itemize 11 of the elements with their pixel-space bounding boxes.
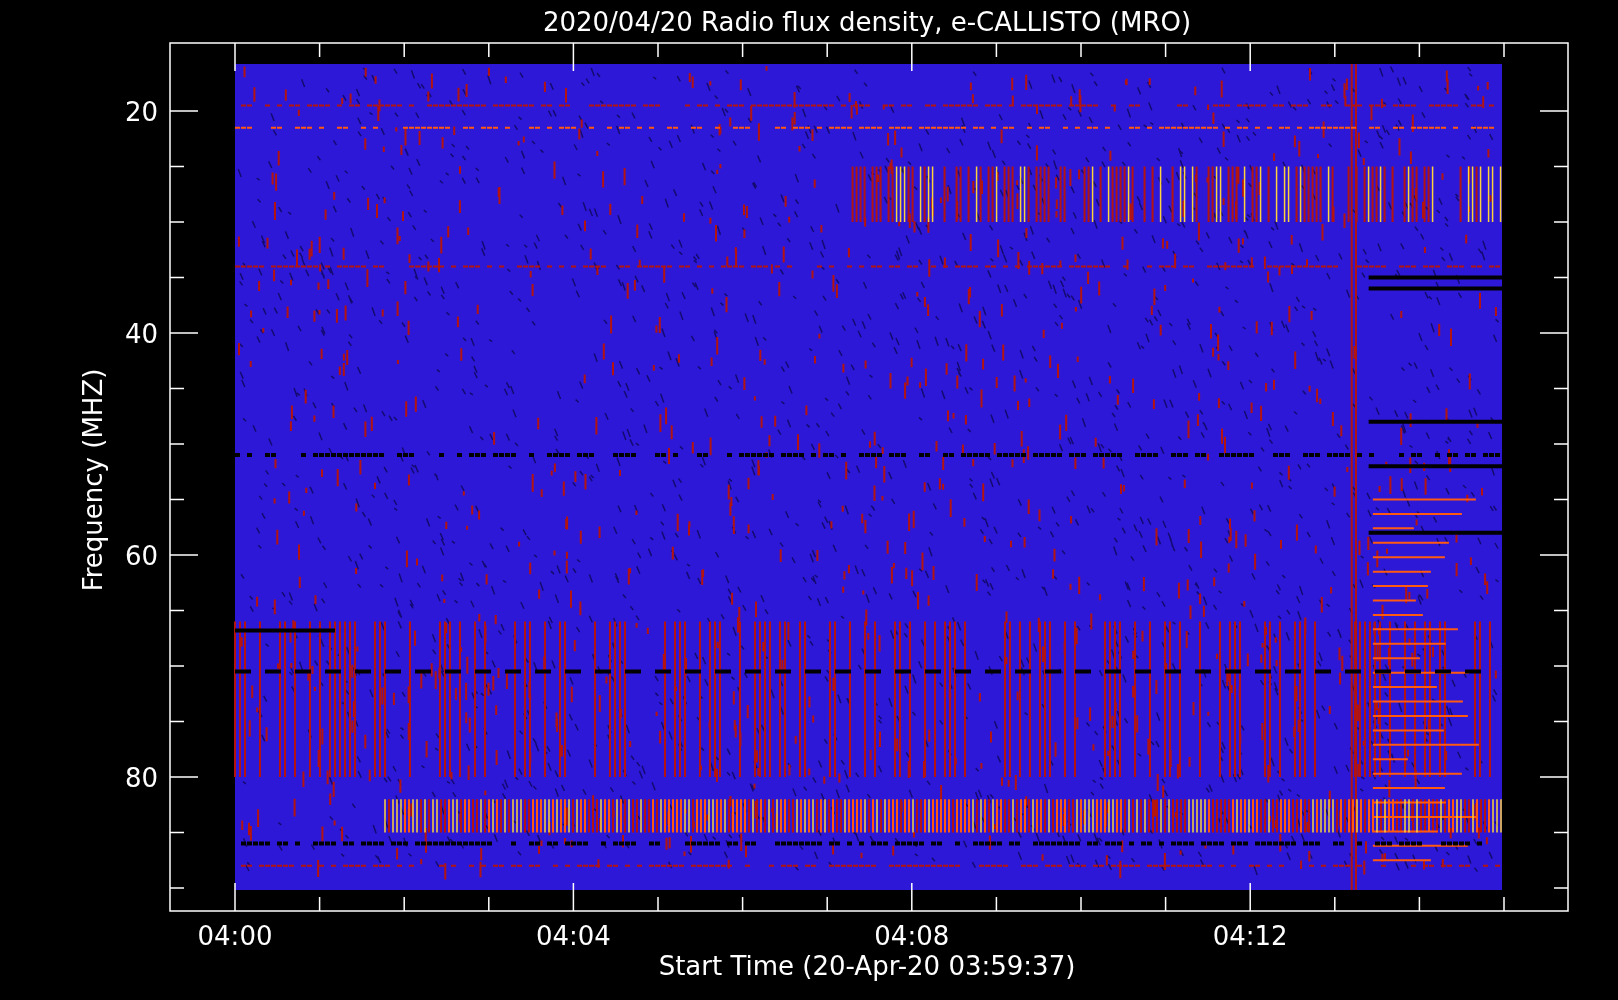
x-tick-label: 04:00 [197, 921, 273, 951]
y-tick-label: 40 [124, 319, 158, 349]
x-tick-label: 04:12 [1212, 921, 1288, 951]
y-tick-label: 20 [124, 97, 158, 127]
y-tick-label: 80 [124, 763, 158, 793]
chart-title: 2020/04/20 Radio flux density, e-CALLISTO (MRO) [542, 7, 1192, 37]
x-axis-label: Start Time (20-Apr-20 03:59:37) [658, 951, 1076, 981]
x-tick-label: 04:04 [535, 921, 611, 951]
y-axis-label: Frequency (MHZ) [78, 368, 108, 592]
y-tick-label: 60 [124, 541, 158, 571]
x-tick-label: 04:08 [874, 921, 950, 951]
